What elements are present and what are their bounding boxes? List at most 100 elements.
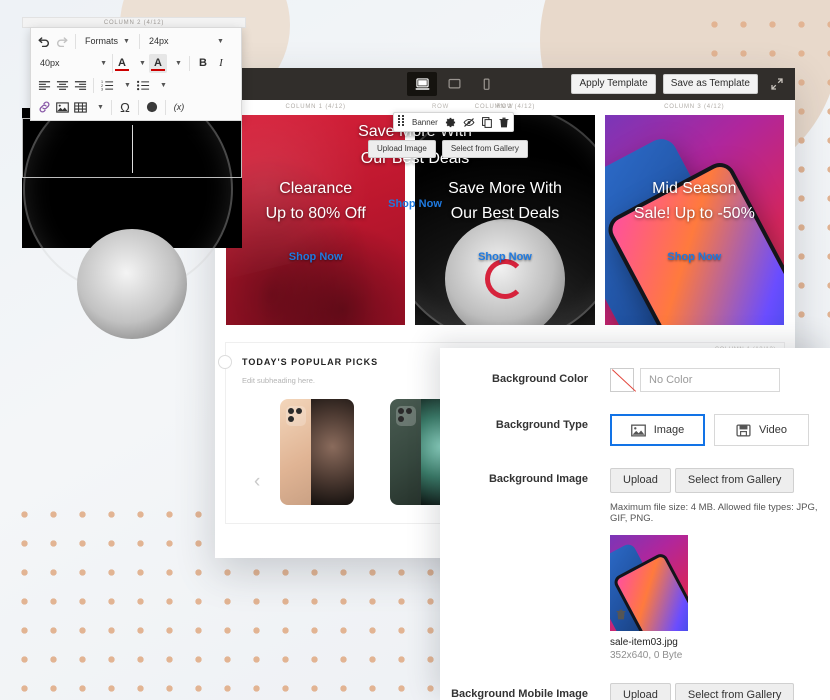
camera-module-icon	[286, 406, 306, 426]
background-image-thumbnail[interactable]	[610, 535, 688, 631]
undo-icon[interactable]	[35, 32, 53, 51]
mobile-icon	[479, 78, 494, 91]
toolbar-divider	[138, 99, 139, 115]
bold-button[interactable]: B	[194, 54, 212, 73]
background-type-video-label: Video	[759, 424, 787, 436]
font-size-dropdown[interactable]: 24px ▼	[144, 32, 229, 51]
camera-module-icon	[396, 406, 416, 426]
toolbar-divider	[165, 99, 166, 115]
special-character-icon[interactable]: Ω	[116, 98, 134, 117]
rte-row-2: 40px ▼ A ▼ A ▼ B I	[31, 52, 241, 74]
eye-slash-icon[interactable]	[463, 117, 475, 128]
tablet-icon	[447, 78, 462, 91]
numbered-list-icon[interactable]: 123	[98, 76, 116, 95]
image-icon	[630, 424, 646, 437]
background-color-input[interactable]: No Color	[640, 368, 780, 392]
image-icon[interactable]	[53, 98, 71, 117]
banner-line-1: Mid Season	[652, 180, 737, 198]
background-settings-panel: Background Color No Color Background Typ…	[440, 348, 830, 700]
line-height-dropdown[interactable]: 40px ▼	[35, 53, 113, 73]
column-3-label: COLUMN 3 (4/12)	[664, 104, 725, 110]
banner-cta-link[interactable]: Shop Now	[478, 251, 532, 263]
field-background-color: Background Color No Color	[440, 368, 830, 392]
apply-template-button[interactable]: Apply Template	[571, 74, 656, 94]
column-2-label: COLUMN 2 (4/12)	[474, 104, 536, 110]
banner-upload-bar: Upload Image Select from Gallery	[368, 140, 528, 158]
background-color-icon[interactable]: A	[149, 53, 167, 73]
section-drag-handle[interactable]	[218, 355, 232, 369]
headphone-logo-graphic	[484, 258, 525, 299]
background-type-image-label: Image	[653, 424, 685, 436]
background-type-label: Background Type	[495, 419, 588, 431]
no-color-swatch-icon[interactable]	[610, 368, 634, 392]
topbar-actions: Apply Template Save as Template	[571, 74, 789, 94]
bulleted-list-icon[interactable]	[134, 76, 152, 95]
save-as-template-button[interactable]: Save as Template	[662, 74, 758, 94]
background-image-hint: Maximum file size: 4 MB. Allowed file ty…	[610, 502, 818, 524]
field-background-type: Background Type Image Video	[440, 414, 830, 446]
background-image-file-name: sale-item03.jpg	[610, 637, 678, 648]
redo-icon[interactable]	[53, 32, 71, 51]
banner-cta-link[interactable]: Shop Now	[667, 251, 721, 263]
rte-row-1: Formats ▼ 24px ▼	[31, 30, 241, 52]
line-height-label: 40px	[40, 58, 60, 68]
expand-icon[interactable]	[765, 78, 789, 90]
phone-back-face	[280, 399, 312, 505]
upload-image-button[interactable]: Upload Image	[368, 140, 436, 158]
toolbar-divider	[138, 33, 140, 49]
phone-back-face	[390, 399, 422, 505]
select-from-gallery-button[interactable]: Select from Gallery	[441, 140, 528, 158]
gear-icon[interactable]	[445, 117, 456, 128]
text-color-icon[interactable]: A	[113, 54, 131, 73]
rte-row-3: 123 ▼ ▼	[31, 74, 241, 96]
align-right-icon[interactable]	[71, 76, 89, 95]
link-icon[interactable]	[35, 98, 53, 117]
svg-text:3: 3	[101, 87, 103, 90]
banner-cta-link[interactable]: Shop Now	[289, 251, 343, 263]
element-name-label: Banner	[412, 117, 438, 127]
background-mobile-gallery-button[interactable]: Select from Gallery	[674, 683, 795, 700]
table-chevron-down-icon[interactable]: ▼	[89, 98, 107, 117]
column-1-label: COLUMN 1 (4/12)	[285, 104, 346, 110]
bulleted-list-chevron-down-icon[interactable]: ▼	[152, 76, 170, 95]
background-type-video-button[interactable]: Video	[714, 414, 809, 446]
formats-label: Formats	[85, 36, 119, 46]
banner-line-2: Up to 80% Off	[265, 205, 366, 222]
table-icon[interactable]	[71, 98, 89, 117]
align-center-icon[interactable]	[53, 76, 71, 95]
drag-handle-icon[interactable]	[398, 115, 405, 129]
background-image-upload-button[interactable]: Upload	[610, 468, 671, 493]
background-mobile-upload-button[interactable]: Upload	[610, 683, 671, 700]
numbered-list-chevron-down-icon[interactable]: ▼	[116, 76, 134, 95]
formats-dropdown[interactable]: Formats ▼	[80, 32, 135, 51]
video-icon	[736, 424, 751, 437]
banner-text-block: Clearance Up to 80% Off	[266, 177, 366, 227]
text-color-chevron-down-icon[interactable]: ▼	[131, 54, 149, 73]
background-type-image-button[interactable]: Image	[610, 414, 705, 446]
emoticon-icon[interactable]	[143, 98, 161, 117]
toolbar-divider	[75, 33, 76, 49]
background-image-gallery-button[interactable]: Select from Gallery	[674, 468, 795, 493]
toolbar-divider	[93, 77, 94, 93]
italic-button[interactable]: I	[212, 54, 230, 73]
rte-row-4: ▼ Ω (x)	[31, 96, 241, 118]
banner-line-1: Clearance	[279, 180, 353, 198]
device-tablet-button[interactable]	[439, 72, 469, 96]
variable-icon[interactable]: (x)	[170, 98, 188, 117]
element-toolbar: Banner	[393, 112, 514, 132]
row-tag-label: ROW	[432, 104, 450, 110]
banner-text-block: Mid Season Sale! Up to -50%	[634, 177, 755, 227]
field-background-mobile-image: Background Mobile Image Upload Select fr…	[440, 683, 830, 700]
copy-icon[interactable]	[481, 116, 492, 128]
product-iphone-gold[interactable]	[280, 399, 354, 505]
align-left-icon[interactable]	[35, 76, 53, 95]
trash-icon[interactable]	[499, 117, 509, 128]
banner-line-1: Save More With	[448, 180, 562, 198]
device-desktop-button[interactable]	[407, 72, 437, 96]
trash-icon[interactable]	[616, 607, 626, 625]
field-background-image: Background Image Upload Select from Gall…	[440, 468, 830, 661]
chevron-left-icon[interactable]: ‹	[254, 471, 260, 493]
background-color-chevron-down-icon[interactable]: ▼	[167, 54, 185, 73]
device-mobile-button[interactable]	[471, 72, 501, 96]
toolbar-divider	[111, 99, 112, 115]
